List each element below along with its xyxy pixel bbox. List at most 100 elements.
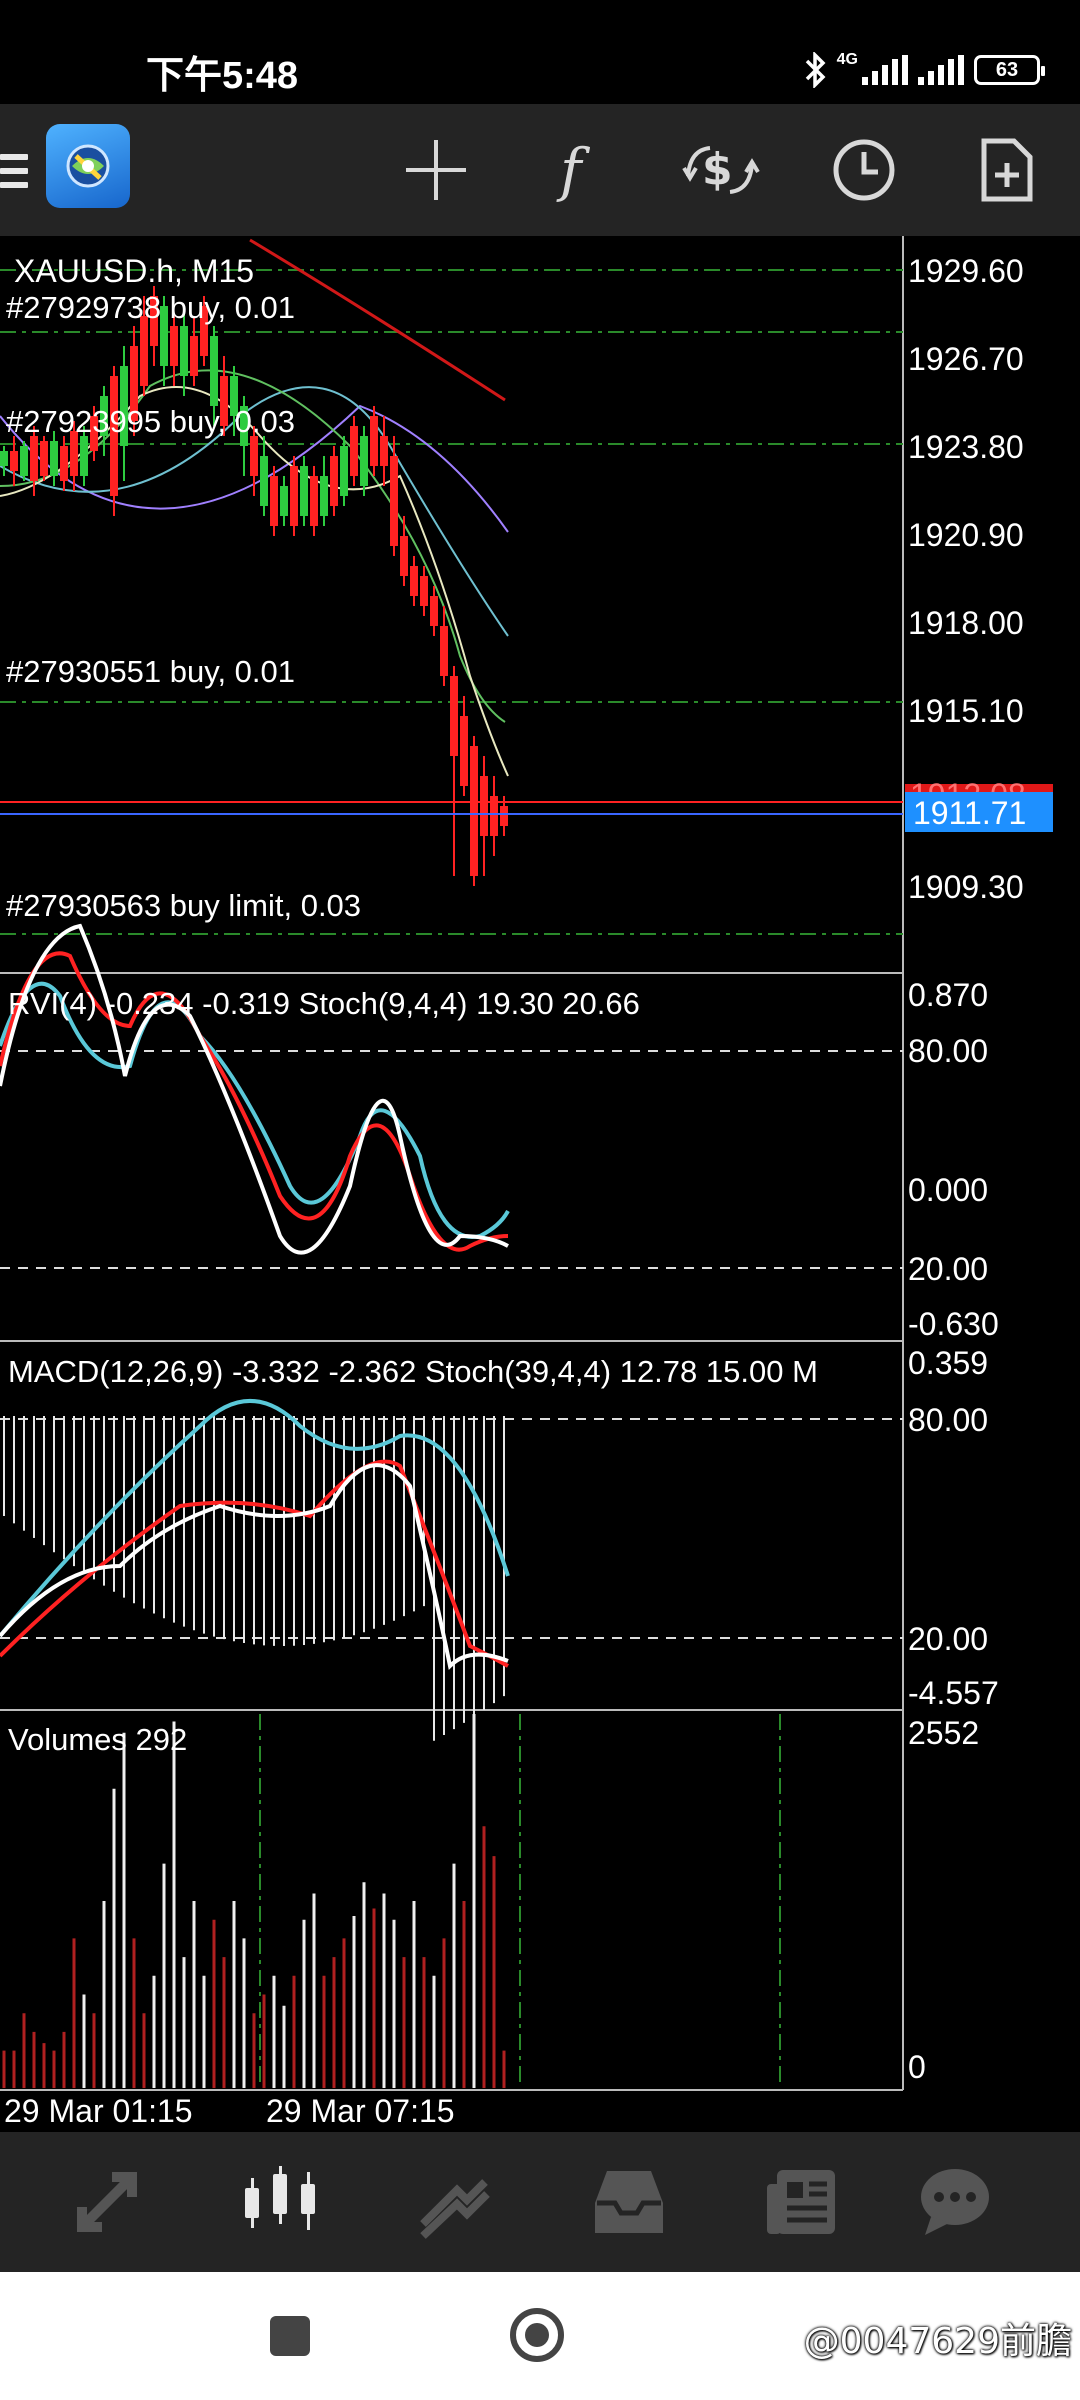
candle-body: [500, 806, 508, 826]
price-tick: 1929.60: [908, 253, 1024, 289]
home-button[interactable]: [510, 2308, 564, 2362]
candle-body: [250, 436, 258, 476]
order-label[interactable]: #27929738 buy, 0.01: [6, 290, 295, 325]
order-label[interactable]: #27930551 buy, 0.01: [6, 654, 295, 689]
candle-body: [270, 476, 278, 526]
svg-text:$: $: [702, 144, 733, 195]
time-tick: 29 Mar 01:15: [4, 2093, 193, 2129]
news-icon[interactable]: [756, 2160, 846, 2244]
candle-body: [450, 676, 458, 756]
battery-icon: 63: [974, 55, 1045, 85]
candle-body: [140, 316, 148, 386]
order-label[interactable]: #27930563 buy limit, 0.03: [6, 888, 361, 923]
price-tick: 1923.80: [908, 429, 1024, 465]
candle-body: [260, 456, 268, 506]
rvi-axis-tick: -0.630: [908, 1306, 999, 1342]
candle-body: [290, 466, 298, 526]
candle-body: [440, 626, 448, 676]
chart-toolbar: f $: [0, 104, 1080, 236]
volumes-label: Volumes 292: [8, 1722, 187, 1757]
quotes-icon[interactable]: [62, 2160, 152, 2244]
candle-body: [170, 326, 178, 366]
order-label[interactable]: #27923995 buy, 0.03: [6, 404, 295, 439]
candle-body: [340, 446, 348, 496]
metatrader-logo[interactable]: [46, 124, 130, 208]
candle-body: [320, 476, 328, 516]
candle-body: [430, 596, 438, 626]
macd-axis-tick: 80.00: [908, 1402, 988, 1438]
objects-icon[interactable]: $: [676, 126, 764, 214]
candle-body: [360, 436, 368, 486]
price-tick: 1918.00: [908, 605, 1024, 641]
candle-body: [190, 336, 198, 376]
rvi-signal-line: [0, 981, 510, 1239]
candle-body: [370, 416, 378, 466]
chat-icon[interactable]: [910, 2160, 1000, 2244]
menu-icon[interactable]: [0, 154, 28, 188]
status-time: 下午5:48: [146, 55, 299, 97]
price-tick: 1915.10: [908, 693, 1024, 729]
time-tick: 29 Mar 07:15: [266, 2093, 455, 2129]
macd-axis-tick: 20.00: [908, 1621, 988, 1657]
candle-body: [210, 336, 218, 406]
candle-body: [390, 456, 398, 546]
current-price: 1911.71: [913, 795, 1026, 831]
bluetooth-icon: [805, 52, 826, 88]
volume-axis-tick: 2552: [908, 1715, 979, 1751]
recents-button[interactable]: [270, 2316, 310, 2356]
bottom-nav: [0, 2132, 1080, 2272]
watermark: @0047629前膽: [803, 2321, 1072, 2362]
new-order-icon[interactable]: [962, 126, 1050, 214]
candle-body: [60, 446, 68, 481]
candle-body: [280, 486, 288, 516]
candle-body: [50, 441, 58, 476]
candle-body: [40, 441, 48, 476]
system-nav: @0047629前膽: [0, 2272, 1080, 2400]
chart-icon[interactable]: [236, 2160, 326, 2244]
candle-body: [350, 426, 358, 476]
macd-label: MACD(12,26,9) -3.332 -2.362 Stoch(39,4,4…: [8, 1354, 818, 1389]
status-bar: 下午5:48 4G 63: [0, 0, 1080, 104]
candle-body: [310, 476, 318, 526]
candle-body: [80, 436, 88, 476]
rvi-axis-tick: 80.00: [908, 1033, 988, 1069]
macd-axis-tick: -4.557: [908, 1675, 999, 1711]
rvi-axis-tick: 0.000: [908, 1172, 988, 1208]
history-icon[interactable]: [584, 2160, 674, 2244]
network-type: 4G: [836, 51, 858, 68]
candle-body: [10, 451, 18, 471]
candle-body: [470, 746, 478, 876]
symbol-label: XAUUSD.h, M15: [14, 253, 254, 289]
candle-body: [180, 326, 188, 376]
svg-text:f: f: [556, 138, 591, 202]
rvi-axis-tick: 20.00: [908, 1251, 988, 1287]
candle-body: [420, 576, 428, 606]
battery-level: 63: [995, 58, 1019, 81]
trade-icon[interactable]: [410, 2160, 500, 2244]
indicators-icon[interactable]: f: [534, 126, 622, 214]
price-tick: 1920.90: [908, 517, 1024, 553]
volume-axis-tick: 0: [908, 2049, 926, 2085]
signal-icon: [862, 55, 908, 85]
candle-body: [410, 566, 418, 596]
stoch-main-line: [0, 923, 509, 1255]
crosshair-icon[interactable]: [392, 126, 480, 214]
price-tick: 1926.70: [908, 341, 1024, 377]
signal-icon-2: [918, 55, 964, 85]
candle-body: [330, 456, 338, 506]
candle-body: [400, 536, 408, 576]
status-icons: 4G 63: [803, 50, 1045, 90]
chart-area[interactable]: #27929738 buy, 0.01 #27923995 buy, 0.03 …: [0, 236, 1080, 2132]
candle-body: [460, 716, 468, 786]
rvi-axis-tick: 0.870: [908, 977, 988, 1013]
candle-body: [0, 451, 8, 466]
timeframe-clock-icon[interactable]: [820, 126, 908, 214]
price-tick: 1909.30: [908, 869, 1024, 905]
rvi-label: RVI(4) -0.234 -0.319 Stoch(9,4,4) 19.30 …: [8, 986, 640, 1021]
candle-body: [300, 466, 308, 516]
candle-body: [20, 446, 28, 476]
macd-axis-tick: 0.359: [908, 1345, 988, 1381]
candle-body: [30, 436, 38, 481]
candle-body: [480, 776, 488, 836]
candle-body: [380, 436, 388, 466]
